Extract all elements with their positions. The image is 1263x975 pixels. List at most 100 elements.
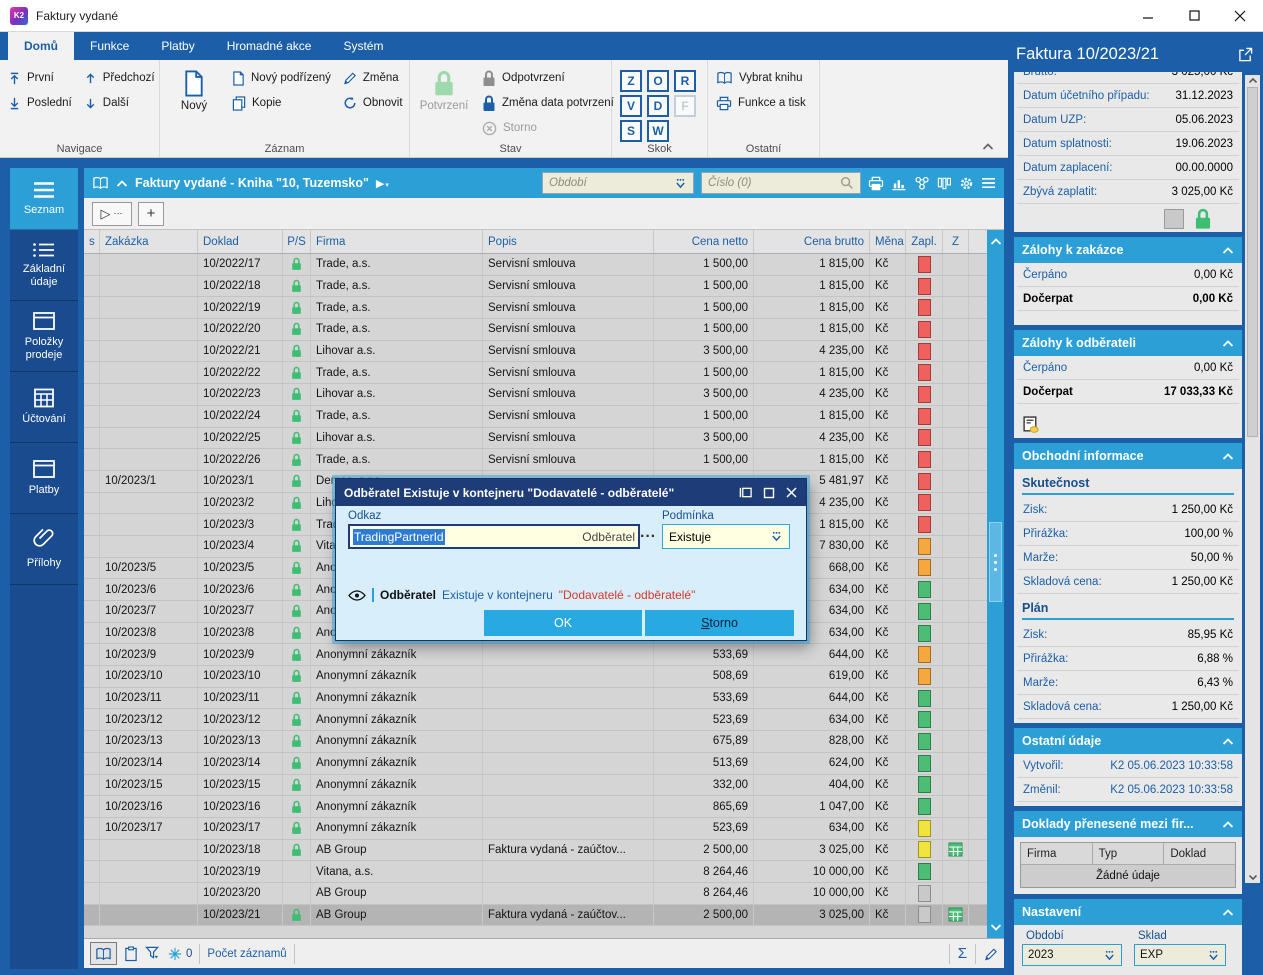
chevron-up-icon[interactable]	[1222, 452, 1234, 461]
chevron-up-icon[interactable]	[1222, 737, 1234, 746]
copy-button[interactable]: Kopie	[232, 93, 331, 113]
refresh-button[interactable]: Obnovit	[343, 93, 403, 113]
table-row[interactable]: 10/2022/19Trade, a.s.Servisní smlouva1 5…	[84, 297, 987, 319]
tab-platby[interactable]: Platby	[145, 32, 210, 60]
sidebar-item-platby[interactable]: Platby	[10, 443, 78, 514]
sidebar-item-zakladni-udaje[interactable]: Základní údaje	[10, 230, 78, 301]
col-mena[interactable]: Měna	[870, 230, 906, 253]
columns-icon[interactable]	[937, 176, 952, 191]
jump-key-r[interactable]: R	[674, 70, 696, 92]
table-row[interactable]: 10/2023/21AB GroupFaktura vydaná - zaúčt…	[84, 905, 987, 927]
table-row[interactable]: 10/2022/20Trade, a.s.Servisní smlouva1 5…	[84, 319, 987, 341]
col-doklad[interactable]: Doklad	[198, 230, 283, 253]
collapse-chevron-icon[interactable]	[116, 179, 128, 188]
dock-icon[interactable]	[739, 486, 753, 499]
col-cena-netto[interactable]: Cena netto	[654, 230, 754, 253]
last-button[interactable]: Poslední	[8, 93, 72, 113]
panel-scrollbar[interactable]	[1245, 75, 1260, 883]
open-external-icon[interactable]	[1238, 47, 1253, 62]
printer-icon[interactable]	[868, 176, 884, 191]
filter-icon[interactable]	[145, 946, 161, 961]
table-row[interactable]: 10/2023/1410/2023/14Anonymní zákazník513…	[84, 753, 987, 775]
obdobi-combo[interactable]: 2023	[1022, 944, 1122, 966]
jump-key-v[interactable]: V	[620, 95, 642, 117]
book-view-toggle[interactable]	[90, 942, 117, 965]
tab-hromadne-akce[interactable]: Hromadné akce	[211, 32, 328, 60]
snowflake-icon[interactable]	[168, 947, 182, 961]
edit-button[interactable]: Změna	[343, 68, 403, 88]
sidebar-item-polozky-prodeje[interactable]: Položky prodeje	[10, 301, 78, 372]
table-row[interactable]: 10/2023/1510/2023/15Anonymní zákazník332…	[84, 775, 987, 797]
chart-icon[interactable]	[891, 176, 907, 191]
tab-funkce[interactable]: Funkce	[74, 32, 145, 60]
scroll-up-icon[interactable]	[987, 230, 1004, 252]
table-row[interactable]: 10/2023/1610/2023/16Anonymní zákazník865…	[84, 796, 987, 818]
more-button[interactable]: ···	[640, 528, 656, 546]
col-zapl[interactable]: Zapl.	[906, 230, 943, 253]
clipboard-icon[interactable]	[124, 946, 138, 962]
table-row[interactable]: 10/2023/1110/2023/11Anonymní zákazník533…	[84, 688, 987, 710]
scroll-down-icon[interactable]	[987, 916, 1004, 938]
table-row[interactable]: 10/2022/26Trade, a.s.Servisní smlouva1 5…	[84, 449, 987, 471]
table-row[interactable]: 10/2022/17Trade, a.s.Servisní smlouva1 5…	[84, 254, 987, 276]
table-row[interactable]: 10/2022/18Trade, a.s.Servisní smlouva1 5…	[84, 276, 987, 298]
jump-key-d[interactable]: D	[647, 95, 669, 117]
chevron-up-icon[interactable]	[1222, 339, 1234, 348]
tab-system[interactable]: Systém	[327, 32, 399, 60]
chevron-up-icon[interactable]	[1222, 246, 1234, 255]
jump-key-z[interactable]: Z	[620, 70, 642, 92]
table-row[interactable]: 10/2022/24Trade, a.s.Servisní smlouva1 5…	[84, 406, 987, 428]
number-search-input[interactable]: Číslo (0)	[701, 172, 861, 194]
sidebar-item-uctovani[interactable]: Účtování	[10, 372, 78, 443]
close-icon[interactable]	[785, 486, 798, 499]
period-combo[interactable]: Období	[542, 172, 694, 194]
confirm-button[interactable]: Potvrzení	[418, 68, 470, 138]
col-popis[interactable]: Popis	[483, 230, 654, 253]
table-row[interactable]: 10/2022/25Lihovar a.s.Servisní smlouva3 …	[84, 428, 987, 450]
table-row[interactable]: 10/2023/1010/2023/10Anonymní zákazník508…	[84, 666, 987, 688]
jump-key-w[interactable]: W	[647, 120, 669, 142]
new-button[interactable]: Nový	[168, 68, 220, 113]
sidebar-item-seznam[interactable]: Seznam	[10, 168, 78, 230]
new-child-button[interactable]: Nový podřízený	[232, 68, 331, 88]
unconfirm-button[interactable]: Odpotvrzení	[482, 68, 614, 88]
scroll-down-icon[interactable]	[1248, 874, 1258, 881]
previous-button[interactable]: Předchozí	[84, 68, 155, 88]
jump-key-f[interactable]: F	[674, 95, 696, 117]
table-row[interactable]: 10/2022/23Lihovar a.s.Servisní smlouva3 …	[84, 384, 987, 406]
podminka-combo[interactable]: Existuje	[662, 524, 790, 549]
minimize-icon[interactable]	[1125, 0, 1171, 32]
table-row[interactable]: 10/2023/1210/2023/12Anonymní zákazník523…	[84, 709, 987, 731]
table-row[interactable]: 10/2023/20AB Group8 264,4610 000,00Kč	[84, 883, 987, 905]
table-row[interactable]: 10/2023/18AB GroupFaktura vydaná - zaúčt…	[84, 840, 987, 862]
select-book-button[interactable]: Vybrat knihu	[716, 68, 806, 88]
first-button[interactable]: První	[8, 68, 72, 88]
run-script-button[interactable]: ▷⋯	[92, 202, 132, 226]
table-row[interactable]: 10/2023/1710/2023/17Anonymní zákazník523…	[84, 818, 987, 840]
eye-icon[interactable]	[348, 589, 366, 602]
change-confirm-date-button[interactable]: Změna data potvrzení	[482, 93, 614, 113]
col-zakazka[interactable]: Zakázka	[100, 230, 198, 253]
table-row[interactable]: 10/2023/910/2023/9Anonymní zákazník533,6…	[84, 644, 987, 666]
ribbon-collapse-icon[interactable]	[982, 142, 994, 151]
jump-key-s[interactable]: S	[620, 120, 642, 142]
payment-checkbox[interactable]	[1164, 209, 1184, 229]
col-ps[interactable]: P/S	[283, 230, 311, 253]
maximize-icon[interactable]	[1171, 0, 1217, 32]
storno-button[interactable]: Storno	[645, 610, 794, 636]
record-count-label[interactable]: Počet záznamů	[207, 948, 286, 960]
chevron-up-icon[interactable]	[1222, 820, 1234, 829]
functions-print-button[interactable]: Funkce a tisk	[716, 93, 806, 113]
scroll-up-icon[interactable]	[1248, 77, 1258, 84]
book-icon[interactable]	[92, 176, 109, 190]
tab-domu[interactable]: Domů	[8, 32, 74, 60]
chevron-up-icon[interactable]	[1222, 908, 1234, 917]
ok-button[interactable]: OK	[484, 610, 642, 636]
table-row[interactable]: 10/2023/19Vitana, a.s.8 264,4610 000,00K…	[84, 861, 987, 883]
menu-icon[interactable]	[981, 177, 996, 189]
table-row[interactable]: 10/2023/1310/2023/13Anonymní zákazník675…	[84, 731, 987, 753]
col-cena-brutto[interactable]: Cena brutto	[754, 230, 870, 253]
sum-icon[interactable]: Σ	[958, 945, 967, 962]
close-icon[interactable]	[1217, 0, 1263, 32]
table-row[interactable]: 10/2022/22Trade, a.s.Servisní smlouva1 5…	[84, 362, 987, 384]
